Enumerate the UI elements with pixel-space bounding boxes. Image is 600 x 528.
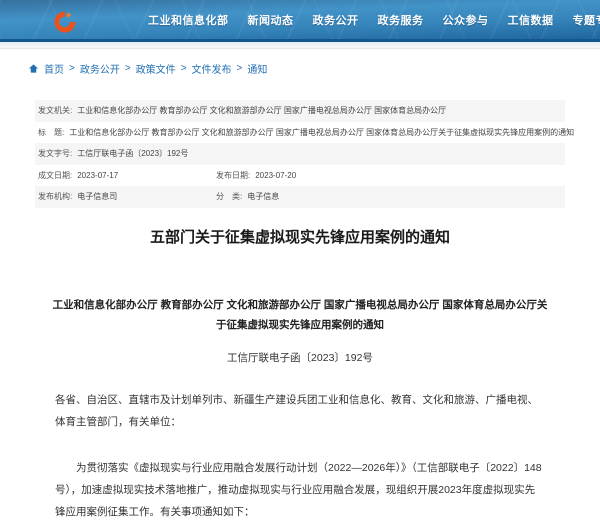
meta-cell-publish-date: 发布日期: 2023-07-20 (216, 171, 562, 181)
meta-label: 分 类: (216, 192, 242, 202)
paragraph-salutation: 各省、自治区、直辖市及计划单列市、新疆生产建设兵团工业和信息化、教育、文化和旅游… (55, 389, 545, 433)
breadcrumb-separator: > (69, 63, 75, 74)
meta-value: 2023-07-20 (255, 171, 296, 181)
top-navigation-bar: 工业和信息化部 新闻动态 政务公开 政务服务 公众参与 工信数据 专题专栏 (0, 0, 600, 42)
nav-item-miit[interactable]: 工业和信息化部 (148, 12, 229, 28)
meta-row-title: 标 题: 工业和信息化部办公厅 教育部办公厅 文化和旅游部办公厅 国家广播电视总… (35, 122, 565, 144)
meta-value: 2023-07-17 (77, 171, 118, 181)
meta-row-doc-number: 发文字号: 工信厅联电子函〔2023〕192号 (35, 143, 565, 165)
meta-label: 标 题: (38, 128, 64, 138)
paragraph-intro: 为贯彻落实《虚拟现实与行业应用融合发展行动计划（2022—2026年）》（工信部… (55, 457, 545, 523)
nav-item-news[interactable]: 新闻动态 (248, 12, 294, 28)
nav-bottom-strip (0, 42, 600, 49)
document-number: 工信厅联电子函〔2023〕192号 (0, 350, 600, 365)
nav-item-data[interactable]: 工信数据 (508, 12, 554, 28)
meta-label: 成文日期: (38, 171, 72, 181)
meta-cell-publisher: 发布机构: 电子信息司 (38, 192, 216, 202)
nav-menu: 工业和信息化部 新闻动态 政务公开 政务服务 公众参与 工信数据 专题专栏 (0, 12, 600, 28)
meta-row-dates: 成文日期: 2023-07-17 发布日期: 2023-07-20 (35, 165, 565, 187)
breadcrumb-separator: > (125, 63, 131, 74)
nav-item-gov-services[interactable]: 政务服务 (378, 12, 424, 28)
meta-value: 工信厅联电子函〔2023〕192号 (77, 149, 188, 159)
meta-value: 工业和信息化部办公厅 教育部办公厅 文化和旅游部办公厅 国家广播电视总局办公厅 … (77, 106, 446, 116)
document-meta-table: 发文机关: 工业和信息化部办公厅 教育部办公厅 文化和旅游部办公厅 国家广播电视… (35, 100, 565, 208)
nav-item-public-participation[interactable]: 公众参与 (443, 12, 489, 28)
meta-label: 发布日期: (216, 171, 250, 181)
meta-value: 电子信息司 (77, 192, 117, 202)
miit-logo-icon[interactable] (52, 9, 78, 35)
nav-item-gov-disclosure[interactable]: 政务公开 (313, 12, 359, 28)
home-icon[interactable] (28, 63, 39, 74)
meta-value: 工业和信息化部办公厅 教育部办公厅 文化和旅游部办公厅 国家广播电视总局办公厅 … (69, 128, 574, 138)
meta-label: 发文字号: (38, 149, 72, 159)
nav-item-special-topics[interactable]: 专题专栏 (573, 12, 600, 28)
meta-cell-written-date: 成文日期: 2023-07-17 (38, 171, 216, 181)
article-body: 各省、自治区、直辖市及计划单列市、新疆生产建设兵团工业和信息化、教育、文化和旅游… (55, 389, 545, 528)
breadcrumb: 首页 > 政务公开 > 政策文件 > 文件发布 > 通知 (0, 49, 600, 86)
breadcrumb-policy-files[interactable]: 政策文件 (136, 61, 176, 76)
meta-row-issuing-agency: 发文机关: 工业和信息化部办公厅 教育部办公厅 文化和旅游部办公厅 国家广播电视… (35, 100, 565, 122)
meta-label: 发布机构: (38, 192, 72, 202)
meta-cell-category: 分 类: 电子信息 (216, 192, 562, 202)
meta-label: 发文机关: (38, 106, 72, 116)
meta-row-publisher-category: 发布机构: 电子信息司 分 类: 电子信息 (35, 186, 565, 208)
breadcrumb-separator: > (181, 63, 187, 74)
breadcrumb-gov-disclosure[interactable]: 政务公开 (80, 61, 120, 76)
document-subtitle: 工业和信息化部办公厅 教育部办公厅 文化和旅游部办公厅 国家广播电视总局办公厅 … (52, 295, 548, 335)
breadcrumb-file-release[interactable]: 文件发布 (192, 61, 232, 76)
breadcrumb-home[interactable]: 首页 (44, 61, 64, 76)
breadcrumb-current-notice: 通知 (247, 61, 267, 76)
page-title: 五部门关于征集虚拟现实先锋应用案例的通知 (0, 226, 600, 247)
breadcrumb-separator: > (237, 63, 243, 74)
meta-value: 电子信息 (247, 192, 279, 202)
